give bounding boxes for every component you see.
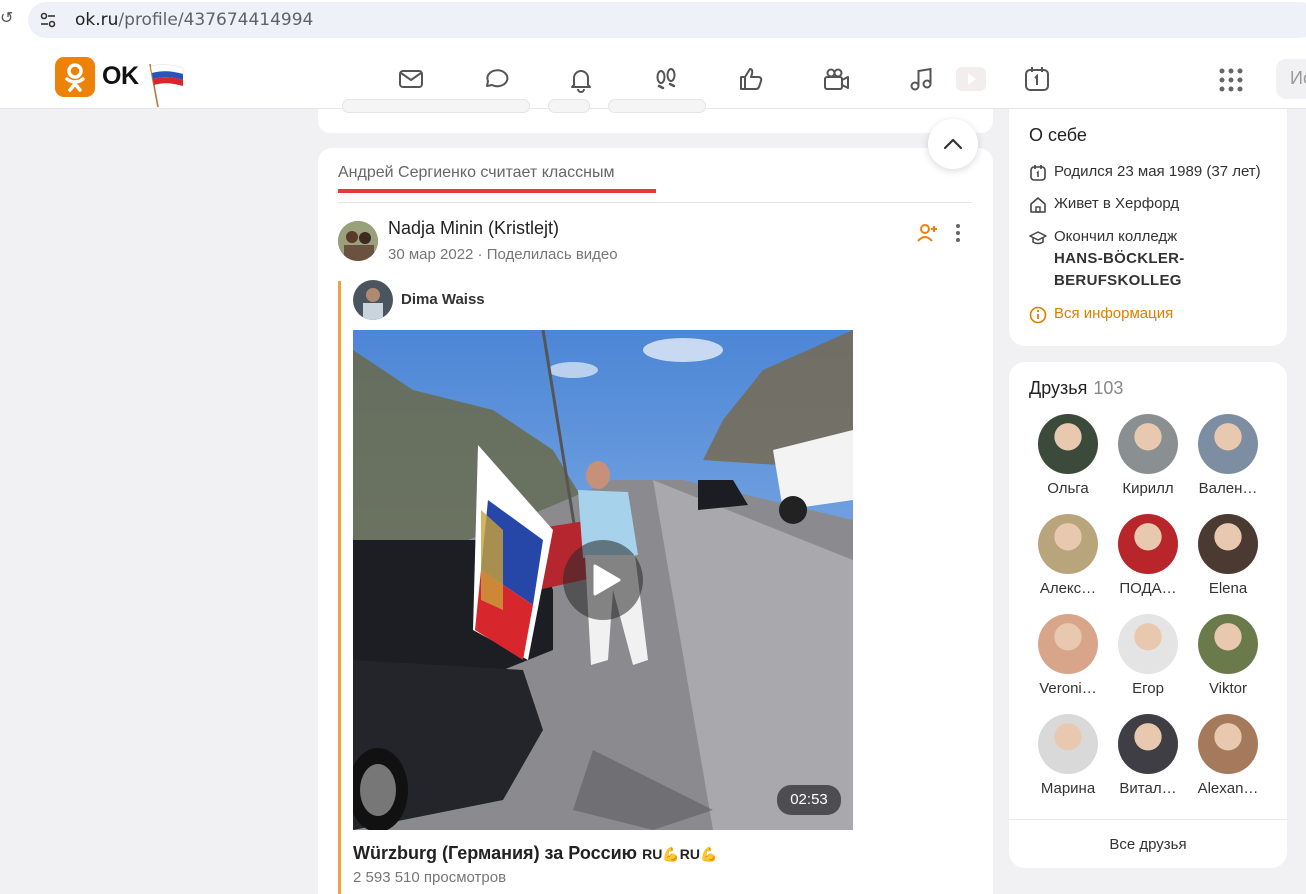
friend-avatar[interactable] [1038,514,1098,574]
friend-item[interactable]: Veroni… [1028,614,1108,697]
friend-name[interactable]: Витал… [1108,780,1188,797]
video-icon[interactable] [956,65,986,95]
post-action: Поделилась видео [486,246,618,263]
search-input[interactable]: Ис [1276,59,1306,99]
friend-avatar[interactable] [1038,614,1098,674]
logo-text[interactable]: OK [102,62,139,91]
friend-item[interactable]: Витал… [1108,714,1188,797]
chat-icon[interactable] [481,64,511,94]
friend-avatar[interactable] [1118,614,1178,674]
video-thumbnail[interactable]: 02:53 [353,330,853,830]
about-education: Окончил колледж HANS-BÖCKLER- BERUFSKOLL… [1054,228,1185,289]
video-camera-icon[interactable] [821,64,851,94]
filter-pill[interactable] [548,99,590,113]
friend-item[interactable]: Viktor [1188,614,1268,697]
friend-name[interactable]: Viktor [1188,680,1268,697]
liked-by-header[interactable]: Андрей Сергиенко считает классным [338,164,614,182]
friend-avatar[interactable] [1198,514,1258,574]
friend-avatar[interactable] [1118,514,1178,574]
friend-avatar[interactable] [1198,714,1258,774]
play-button[interactable] [563,540,643,620]
original-author[interactable]: Dima Waiss [401,291,485,308]
site-settings-icon[interactable] [38,10,58,30]
previous-card [318,99,993,133]
about-title: О себе [1029,125,1087,145]
url-text[interactable]: ok.ru/profile/437674414994 [75,10,313,30]
friend-avatar[interactable] [1038,414,1098,474]
info-icon [1029,306,1047,324]
all-friends-link[interactable]: Все друзья [1009,836,1287,853]
friends-card: Друзья 103 Ольга Кирилл Вален… Алекс… ПОДА… El… [1009,362,1287,868]
liked-by-underline [338,189,656,193]
post-author[interactable]: Nadja Minin (Kristlejt) [388,218,559,239]
friends-count: 103 [1093,378,1124,398]
friend-name[interactable]: Ольга [1028,480,1108,497]
divider [1009,819,1287,820]
add-friend-icon[interactable] [916,222,938,244]
video-views: 2 593 510 просмотров [353,869,507,886]
about-lives: Живет в Херфорд [1054,195,1180,212]
russian-flag-icon [149,63,184,108]
about-born: Родился 23 мая 1989 (37 лет) [1054,163,1261,180]
apps-grid-icon[interactable] [1219,68,1243,92]
friend-avatar[interactable] [1198,414,1258,474]
friend-item[interactable]: Марина [1028,714,1108,797]
friend-item[interactable]: Ольга [1028,414,1108,497]
friend-item[interactable]: Егор [1108,614,1188,697]
friend-name[interactable]: Алекс… [1028,580,1108,597]
friend-name[interactable]: ПОДА… [1108,580,1188,597]
friend-item[interactable]: Elena [1188,514,1268,597]
calendar-icon [1030,165,1046,181]
friend-item[interactable]: Alexan… [1188,714,1268,797]
calendar-icon[interactable] [1022,64,1052,94]
reload-icon[interactable]: ↺ [0,8,13,28]
ok-logo-icon[interactable] [55,57,95,97]
friend-name[interactable]: Кирилл [1108,480,1188,497]
college-name-line2[interactable]: BERUFSKOLLEG [1054,272,1182,289]
friend-avatar[interactable] [1198,614,1258,674]
divider [338,202,972,203]
graduation-cap-icon [1029,231,1047,245]
bell-icon[interactable] [566,64,596,94]
browser-toolbar: ↺ ok.ru/profile/437674414994 [0,0,1306,48]
friend-item[interactable]: Алекс… [1028,514,1108,597]
filter-pill[interactable] [342,99,530,113]
friend-item[interactable]: Кирилл [1108,414,1188,497]
scroll-to-top-button[interactable] [928,119,978,169]
more-options-icon[interactable] [948,222,968,244]
original-author-avatar[interactable] [353,280,393,320]
friend-name[interactable]: Марина [1028,780,1108,797]
friend-item[interactable]: Вален… [1188,414,1268,497]
friend-name[interactable]: Егор [1108,680,1188,697]
friend-item[interactable]: ПОДА… [1108,514,1188,597]
post-date[interactable]: 30 мар 2022 [388,246,473,263]
music-icon[interactable] [906,64,936,94]
feed-card: Андрей Сергиенко считает классным Nadja … [318,148,993,894]
author-avatar[interactable] [338,221,378,261]
thumbs-up-icon[interactable] [736,64,766,94]
home-icon [1030,197,1046,213]
friend-avatar[interactable] [1118,714,1178,774]
about-card: О себе Родился 23 мая 1989 (37 лет) Живе… [1009,109,1287,346]
post-meta: 30 мар 2022 · Поделилась видео [388,246,618,263]
filter-pill[interactable] [608,99,706,113]
mail-icon[interactable] [396,64,426,94]
video-title[interactable]: Würzburg (Германия) за Россию RU💪RU💪 [353,843,717,864]
friend-name[interactable]: Вален… [1188,480,1268,497]
friend-name[interactable]: Veroni… [1028,680,1108,697]
friend-avatar[interactable] [1038,714,1098,774]
all-info-link[interactable]: Вся информация [1054,303,1173,325]
college-name-line1[interactable]: HANS-BÖCKLER- [1054,250,1185,267]
friend-avatar[interactable] [1118,414,1178,474]
video-duration: 02:53 [777,785,841,815]
footprints-icon[interactable] [651,64,681,94]
friend-name[interactable]: Elena [1188,580,1268,597]
friends-title[interactable]: Друзья 103 [1029,378,1123,399]
friend-name[interactable]: Alexan… [1188,780,1268,797]
repost-quote-line [338,281,341,894]
